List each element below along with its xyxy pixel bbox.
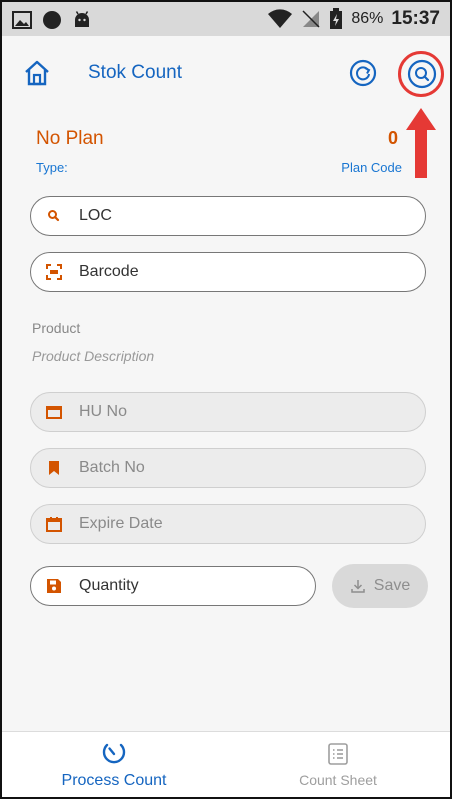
timer-icon (102, 743, 126, 764)
loc-input[interactable]: LOC (30, 196, 426, 236)
save-label: Save (373, 577, 411, 594)
barcode-input[interactable]: Barcode (30, 252, 426, 292)
plan-name: No Plan (36, 128, 104, 149)
home-icon (25, 60, 49, 86)
barcode-label: Barcode (79, 263, 139, 280)
no-sim-icon (302, 10, 320, 28)
battery-icon (330, 8, 343, 29)
save-disk-icon (47, 579, 61, 593)
clock-time: 15:37 (391, 8, 440, 29)
battery-percent: 86% (351, 10, 384, 27)
android-icon (75, 11, 89, 27)
bookmark-icon (49, 461, 59, 475)
status-bar-right: 86% 15:37 (267, 8, 440, 30)
home-button[interactable] (22, 58, 52, 88)
plan-type-label: Type: (36, 160, 68, 175)
tab-process-count-label: Process Count (61, 772, 167, 789)
list-icon (328, 743, 348, 765)
barcode-scan-icon (46, 264, 62, 280)
expire-date-input[interactable]: Expire Date (30, 504, 426, 544)
quantity-input[interactable]: Quantity (30, 566, 316, 606)
plan-code-label: Plan Code (341, 160, 402, 175)
batch-no-label: Batch No (79, 459, 145, 476)
refresh-icon (349, 59, 377, 87)
circle-icon (43, 11, 61, 29)
annotation-arrow-icon (406, 108, 436, 178)
app-bar: Stok Count (2, 36, 450, 108)
expire-date-label: Expire Date (79, 515, 163, 532)
page-title: Stok Count (88, 62, 182, 83)
image-icon (12, 11, 32, 29)
tab-process-count[interactable]: Process Count (2, 732, 226, 797)
product-description: Product Description (32, 348, 155, 364)
batch-no-input[interactable]: Batch No (30, 448, 426, 488)
product-label: Product (32, 320, 81, 336)
wifi-icon (268, 9, 293, 28)
hu-no-label: HU No (79, 403, 128, 420)
refresh-button[interactable] (348, 58, 378, 88)
quantity-label: Quantity (79, 577, 139, 594)
save-button[interactable]: Save (332, 564, 428, 608)
calendar-icon (46, 517, 62, 532)
hu-no-input[interactable]: HU No (30, 392, 426, 432)
tab-count-sheet[interactable]: Count Sheet (226, 732, 450, 797)
tab-count-sheet-label: Count Sheet (299, 772, 377, 788)
status-bar-left (12, 10, 92, 30)
search-icon (48, 210, 60, 222)
download-icon (351, 580, 365, 593)
loc-label: LOC (79, 207, 112, 224)
folder-icon (46, 406, 62, 419)
status-bar: 86% 15:37 (2, 2, 450, 36)
plan-count: 0 (387, 128, 398, 148)
phone-frame: 86% 15:37 Stok Count No Plan Type: 0 Pla… (0, 0, 452, 799)
annotation-ring (398, 51, 444, 97)
bottom-nav: Process Count Count Sheet (2, 731, 450, 797)
